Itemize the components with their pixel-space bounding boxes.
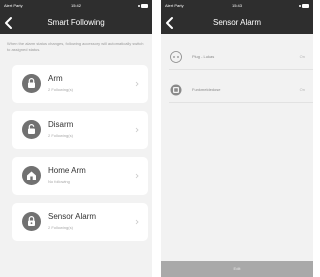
sensor-row-funkmeldedose[interactable]: Funkmeldedose On <box>161 77 313 103</box>
status-bar: Alert Party 15:43 <box>161 0 313 12</box>
edit-button[interactable]: Edit <box>161 261 313 277</box>
mode-title: Disarm <box>48 120 74 129</box>
page-title: Smart Following <box>47 18 105 27</box>
lock-closed-icon <box>22 74 41 93</box>
battery-icon <box>138 4 148 8</box>
mode-card-sensor-alarm[interactable]: Sensor Alarm 2 Following(s) <box>12 203 148 241</box>
mode-title: Arm <box>48 74 63 83</box>
divider <box>169 69 313 70</box>
mode-card-home-arm[interactable]: Home Arm No following <box>12 157 148 195</box>
chevron-right-icon <box>135 219 139 225</box>
mode-title: Sensor Alarm <box>48 212 97 221</box>
sensor-row-plug[interactable]: Plug - Lukas On <box>161 44 313 70</box>
home-lock-icon <box>22 166 41 185</box>
status-bar: Alert Party 15:42 <box>0 0 152 12</box>
clock: 15:42 <box>70 3 81 8</box>
divider <box>169 102 313 103</box>
chevron-right-icon <box>135 81 139 87</box>
nav-bar: Sensor Alarm <box>161 12 313 34</box>
mode-subtitle: 2 Following(s) <box>48 133 73 138</box>
smart-following-screen: Alert Party 15:42 Smart Following When t… <box>0 0 152 277</box>
plug-icon <box>170 51 182 63</box>
clock: 15:43 <box>231 3 242 8</box>
sensor-state: On <box>299 87 305 92</box>
mode-card-disarm[interactable]: Disarm 2 Following(s) <box>12 111 148 149</box>
chevron-right-icon <box>135 127 139 133</box>
mode-subtitle: No following <box>48 179 70 184</box>
mode-subtitle: 2 Following(s) <box>48 225 73 230</box>
switch-icon <box>170 84 182 96</box>
mode-card-arm[interactable]: Arm 2 Following(s) <box>12 65 148 103</box>
sensor-state: On <box>299 54 305 59</box>
page-title: Sensor Alarm <box>212 18 262 27</box>
alarm-lock-icon <box>22 212 41 231</box>
battery-icon <box>299 4 309 8</box>
sensor-name: Plug - Lukas <box>192 54 215 59</box>
mode-title: Home Arm <box>48 166 86 175</box>
mode-subtitle: 2 Following(s) <box>48 87 73 92</box>
lock-open-icon <box>22 120 41 139</box>
sensor-alarm-screen: Alert Party 15:43 Sensor Alarm Plug - Lu… <box>161 0 313 277</box>
nav-bar: Smart Following <box>0 12 152 34</box>
chevron-right-icon <box>135 173 139 179</box>
sensor-name: Funkmeldedose <box>192 87 221 92</box>
info-description: When the alarm status changes, following… <box>7 41 144 52</box>
